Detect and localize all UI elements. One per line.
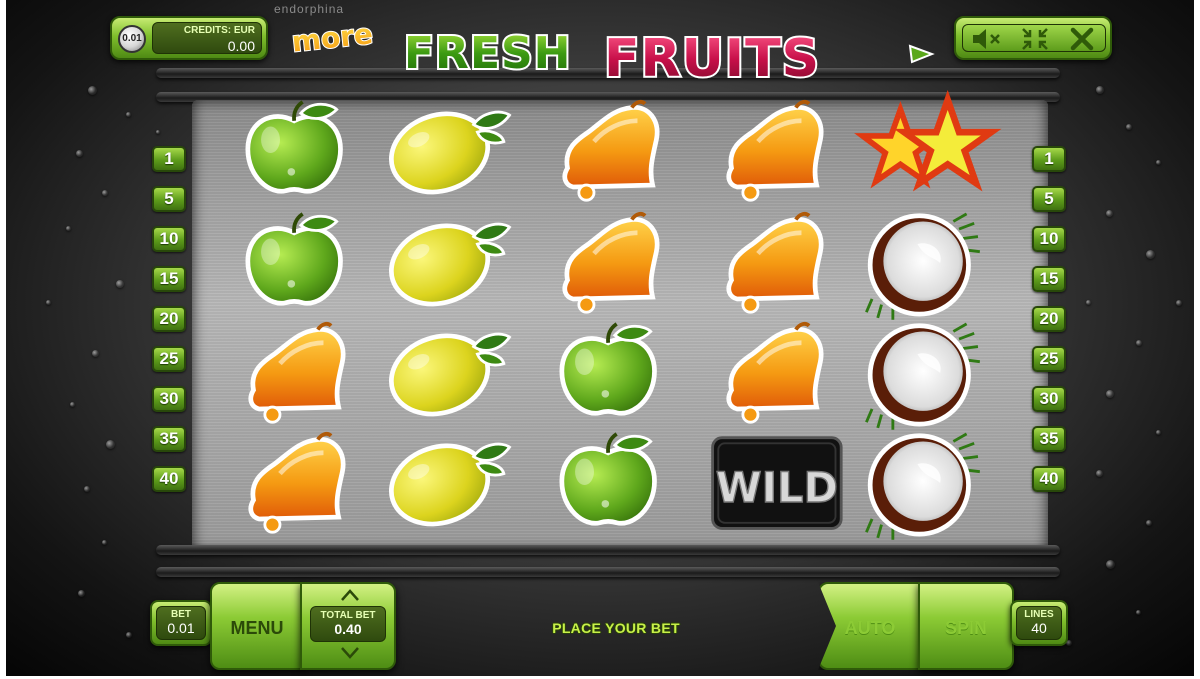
game-stage: 0.01 CREDITS: EUR 0.00 endorphina more F… — [6, 0, 1194, 676]
reel-2-row-3-lemon-symbol — [382, 322, 516, 426]
payline-badge-right-25[interactable]: 25 — [1032, 346, 1066, 372]
status-message: PLACE YOUR BET — [552, 620, 680, 636]
payline-badge-right-20[interactable]: 20 — [1032, 306, 1066, 332]
lines-panel[interactable]: LINES 40 — [1010, 600, 1068, 646]
reel-4-row-4-wild-symbol: WILD — [708, 432, 843, 536]
reel-3-row-1-bell-symbol — [544, 99, 678, 204]
reel-1-row-4-bell-symbol — [230, 431, 364, 536]
logo-fresh: FRESH — [404, 28, 572, 79]
payline-badge-right-15[interactable]: 15 — [1032, 266, 1066, 292]
auto-button[interactable]: AUTO — [818, 582, 922, 670]
bet-value: 0.01 — [167, 620, 195, 636]
menu-button[interactable]: MENU — [210, 582, 304, 670]
payline-badge-left-25[interactable]: 25 — [152, 346, 186, 372]
total-bet-value: 0.40 — [334, 621, 362, 637]
payline-badge-right-5[interactable]: 5 — [1032, 186, 1066, 212]
payline-badge-right-30[interactable]: 30 — [1032, 386, 1066, 412]
payline-badge-right-35[interactable]: 35 — [1032, 426, 1066, 452]
total-bet-control: TOTAL BET 0.40 — [300, 582, 396, 670]
reel-3-row-2-bell-symbol — [544, 211, 678, 316]
logo-fruits: FRUITS — [604, 29, 820, 89]
payline-badge-left-40[interactable]: 40 — [152, 466, 186, 492]
payline-badge-left-10[interactable]: 10 — [152, 226, 186, 252]
collapse-icon[interactable] — [1020, 26, 1050, 52]
close-icon[interactable] — [1068, 25, 1096, 53]
reel-2-row-4-lemon-symbol — [382, 432, 516, 536]
logo-leaf-icon — [908, 44, 935, 64]
reel-5-row-4-coconut-symbol — [858, 432, 992, 540]
reel-4-row-2-bell-symbol — [708, 211, 842, 316]
spin-button[interactable]: SPIN — [918, 582, 1014, 670]
payline-badge-right-40[interactable]: 40 — [1032, 466, 1066, 492]
credits-display: CREDITS: EUR 0.00 — [152, 22, 262, 54]
payline-badge-left-35[interactable]: 35 — [152, 426, 186, 452]
payline-badge-left-20[interactable]: 20 — [152, 306, 186, 332]
payline-badge-left-1[interactable]: 1 — [152, 146, 186, 172]
reel-5-row-1-star-symbol — [854, 90, 1002, 204]
total-bet-display: TOTAL BET 0.40 — [310, 606, 386, 642]
total-bet-label: TOTAL BET — [320, 610, 376, 621]
total-bet-decrease-icon[interactable] — [340, 646, 360, 660]
lines-label: LINES — [1024, 609, 1054, 620]
wild-label-text: WILD — [716, 463, 838, 512]
payline-badge-left-5[interactable]: 5 — [152, 186, 186, 212]
payline-badge-left-30[interactable]: 30 — [152, 386, 186, 412]
speaker-mute-icon[interactable] — [970, 26, 1004, 52]
reel-4-row-3-bell-symbol — [708, 321, 842, 426]
bottom-rail-lower — [156, 567, 1060, 577]
lines-value: 40 — [1031, 620, 1047, 636]
bet-panel[interactable]: BET 0.01 — [150, 600, 212, 646]
reel-3-row-3-apple-symbol — [544, 322, 678, 426]
denomination-coin[interactable]: 0.01 — [118, 25, 146, 53]
payline-badge-left-15[interactable]: 15 — [152, 266, 186, 292]
bet-display: BET 0.01 — [156, 606, 206, 640]
reel-1-row-3-bell-symbol — [230, 321, 364, 426]
bottom-rail — [156, 545, 1060, 555]
reel-5-row-3-coconut-symbol — [858, 322, 992, 430]
reel-3-row-4-apple-symbol — [544, 432, 678, 536]
bet-label: BET — [171, 609, 191, 620]
lines-display: LINES 40 — [1016, 606, 1062, 640]
reel-1-row-2-apple-symbol — [230, 212, 364, 316]
window-controls-panel — [954, 16, 1112, 60]
credits-value: 0.00 — [227, 38, 255, 54]
total-bet-increase-icon[interactable] — [340, 588, 360, 602]
game-logo: more FRESH FRUITS — [289, 16, 935, 91]
credits-panel: 0.01 CREDITS: EUR 0.00 — [110, 16, 268, 60]
reel-2-row-2-lemon-symbol — [382, 212, 516, 316]
reel-2-row-1-lemon-symbol — [382, 100, 516, 204]
logo-more: more — [290, 17, 374, 58]
payline-badge-right-1[interactable]: 1 — [1032, 146, 1066, 172]
payline-badge-right-10[interactable]: 10 — [1032, 226, 1066, 252]
reel-1-row-1-apple-symbol — [230, 100, 364, 204]
credits-label: CREDITS: EUR — [183, 25, 255, 36]
reel-5-row-2-coconut-symbol — [858, 212, 992, 320]
reel-4-row-1-bell-symbol — [708, 99, 842, 204]
